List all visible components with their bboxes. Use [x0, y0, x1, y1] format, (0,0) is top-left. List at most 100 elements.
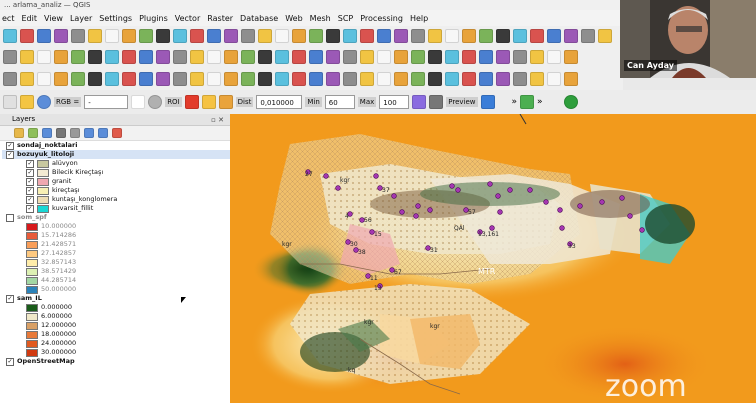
label-tool-icon[interactable] [360, 72, 374, 86]
main-tool-icon[interactable] [598, 29, 612, 43]
digitize-tool-icon[interactable] [564, 50, 578, 64]
main-tool-icon[interactable] [275, 29, 289, 43]
label-tool-icon[interactable] [479, 72, 493, 86]
borehole-point[interactable] [639, 227, 645, 233]
legend-class-row[interactable]: 6.000000 [2, 312, 230, 321]
panel-float-close-icons[interactable]: ▫ ✕ [211, 115, 224, 126]
digitize-tool-icon[interactable] [207, 50, 221, 64]
menu-item-13[interactable]: Help [410, 14, 428, 23]
main-tool-icon[interactable] [326, 29, 340, 43]
layer-row[interactable]: ✓ sam_IL [2, 294, 230, 303]
main-tool-icon[interactable] [343, 29, 357, 43]
main-tool-icon[interactable] [190, 29, 204, 43]
expand-all-icon[interactable] [84, 128, 94, 138]
remove-layer-icon[interactable] [112, 128, 122, 138]
digitize-tool-icon[interactable] [462, 50, 476, 64]
digitize-tool-icon[interactable] [343, 50, 357, 64]
main-tool-icon[interactable] [462, 29, 476, 43]
preview-redo-icon[interactable] [429, 95, 444, 109]
borehole-point[interactable] [495, 193, 501, 199]
layer-row[interactable]: ✓ OpenStreetMap [2, 357, 230, 366]
filter-icon[interactable] [56, 128, 66, 138]
digitize-tool-icon[interactable] [292, 50, 306, 64]
digitize-tool-icon[interactable] [224, 50, 238, 64]
label-tool-icon[interactable] [241, 72, 255, 86]
digitize-tool-icon[interactable] [360, 50, 374, 64]
digitize-tool-icon[interactable] [428, 50, 442, 64]
borehole-point[interactable] [455, 187, 461, 193]
digitize-tool-icon[interactable] [37, 50, 51, 64]
menu-item-12[interactable]: Processing [360, 14, 403, 23]
legend-class-row[interactable]: ✓ granit [2, 177, 230, 186]
label-tool-icon[interactable] [20, 72, 34, 86]
legend-class-row[interactable]: 12.000000 [2, 321, 230, 330]
digitize-tool-icon[interactable] [156, 50, 170, 64]
label-tool-icon[interactable] [343, 72, 357, 86]
digitize-tool-icon[interactable] [20, 50, 34, 64]
borehole-point[interactable] [577, 203, 583, 209]
borehole-point[interactable] [323, 173, 329, 179]
main-tool-icon[interactable] [258, 29, 272, 43]
digitize-tool-icon[interactable] [326, 50, 340, 64]
legend-class-row[interactable]: 50.000000 [2, 285, 230, 294]
main-tool-icon[interactable] [513, 29, 527, 43]
label-tool-icon[interactable] [122, 72, 136, 86]
legend-class-row[interactable]: ✓ kuvarsit_fillit [2, 204, 230, 213]
label-tool-icon[interactable] [139, 72, 153, 86]
layer-row[interactable]: ✓ bozuyuk_litoloji [2, 150, 230, 159]
borehole-point[interactable] [559, 225, 565, 231]
menu-item-9[interactable]: Web [285, 14, 302, 23]
main-tool-icon[interactable] [411, 29, 425, 43]
main-tool-icon[interactable] [445, 29, 459, 43]
menu-item-8[interactable]: Database [240, 14, 278, 23]
label-tool-icon[interactable] [190, 72, 204, 86]
label-tool-icon[interactable] [54, 72, 68, 86]
label-tool-icon[interactable] [309, 72, 323, 86]
label-tool-icon[interactable] [530, 72, 544, 86]
label-tool-icon[interactable] [105, 72, 119, 86]
main-tool-icon[interactable] [71, 29, 85, 43]
borehole-point[interactable] [399, 209, 405, 215]
scp-input-icon[interactable] [20, 95, 34, 109]
label-tool-icon[interactable] [326, 72, 340, 86]
main-tool-icon[interactable] [224, 29, 238, 43]
borehole-point[interactable] [335, 185, 341, 191]
digitize-tool-icon[interactable] [513, 50, 527, 64]
toolbar-overflow-icon-2[interactable]: » [537, 97, 543, 107]
layer-visibility-checkbox[interactable]: ✓ [6, 294, 14, 303]
menu-item-11[interactable]: SCP [338, 14, 354, 23]
main-tool-icon[interactable] [54, 29, 68, 43]
scp-dock-icon[interactable] [520, 95, 535, 109]
main-tool-icon[interactable] [20, 29, 34, 43]
preview-pointer-icon[interactable] [412, 95, 427, 109]
borehole-point[interactable] [415, 203, 421, 209]
borehole-point[interactable] [373, 173, 379, 179]
collapse-all-icon[interactable] [98, 128, 108, 138]
menu-item-2[interactable]: View [44, 14, 63, 23]
label-tool-icon[interactable] [37, 72, 51, 86]
legend-class-row[interactable]: 10.000000 [2, 222, 230, 231]
borehole-point[interactable] [413, 213, 419, 219]
digitize-tool-icon[interactable] [71, 50, 85, 64]
borehole-point[interactable] [489, 225, 495, 231]
digitize-tool-icon[interactable] [530, 50, 544, 64]
main-tool-icon[interactable] [241, 29, 255, 43]
legend-class-row[interactable]: 0.000000 [2, 303, 230, 312]
dist-input[interactable]: 0,010000 [256, 95, 303, 109]
legend-class-row[interactable]: 15.714286 [2, 231, 230, 240]
label-tool-icon[interactable] [207, 72, 221, 86]
legend-class-row[interactable]: 32.857143 [2, 258, 230, 267]
digitize-tool-icon[interactable] [241, 50, 255, 64]
roi-pointer-icon[interactable] [131, 95, 146, 109]
digitize-tool-icon[interactable] [496, 50, 510, 64]
legend-class-row[interactable]: ✓ alüvyon [2, 159, 230, 168]
visibility-icon[interactable] [42, 128, 52, 138]
menu-item-3[interactable]: Layer [70, 14, 92, 23]
digitize-tool-icon[interactable] [258, 50, 272, 64]
borehole-point[interactable] [497, 209, 503, 215]
digitize-tool-icon[interactable] [377, 50, 391, 64]
label-tool-icon[interactable] [3, 72, 17, 86]
digitize-tool-icon[interactable] [547, 50, 561, 64]
layer-visibility-checkbox[interactable] [6, 213, 14, 222]
layer-row[interactable]: ✓ sondaj_noktalari [2, 141, 230, 150]
